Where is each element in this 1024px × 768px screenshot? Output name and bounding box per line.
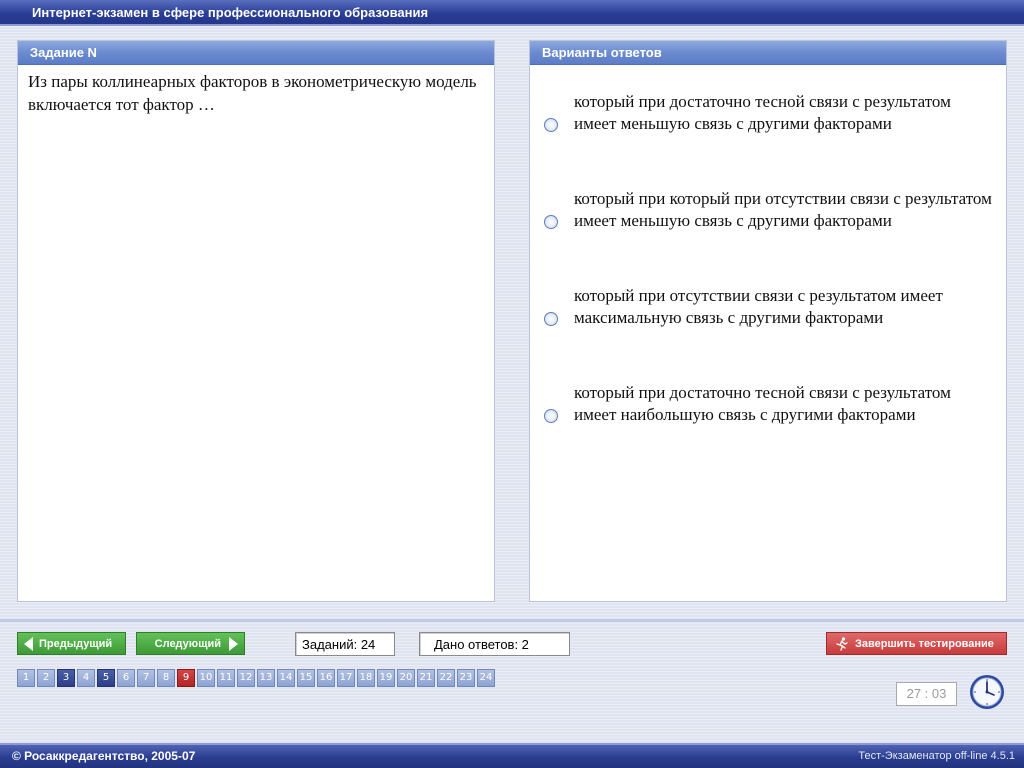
timer-display: 27 : 03 — [896, 682, 957, 706]
radio-button[interactable] — [544, 409, 558, 423]
finish-button-label: Завершить тестирование — [855, 637, 994, 650]
answer-text: который при достаточно тесной связи с ре… — [574, 92, 951, 133]
arrow-right-icon — [229, 636, 238, 651]
page-button[interactable]: 22 — [437, 669, 455, 687]
next-button[interactable]: Следующий — [136, 632, 245, 655]
answer-option-3[interactable]: который при отсутствии связи с результат… — [530, 285, 1008, 329]
page-button[interactable]: 16 — [317, 669, 335, 687]
title-bar: Интернет-экзамен в сфере профессионально… — [0, 0, 1024, 26]
divider — [0, 619, 1024, 622]
radio-button[interactable] — [544, 215, 558, 229]
previous-button-label: Предыдущий — [39, 637, 113, 650]
previous-button[interactable]: Предыдущий — [17, 632, 126, 655]
page-button[interactable]: 10 — [197, 669, 215, 687]
arrow-left-icon — [24, 636, 33, 651]
question-panel: Задание N Из пары коллинеарных факторов … — [17, 40, 495, 602]
page-button[interactable]: 20 — [397, 669, 415, 687]
answer-option-4[interactable]: который при достаточно тесной связи с ре… — [530, 382, 1008, 448]
answered-count: Дано ответов: 2 — [419, 632, 570, 656]
page-button[interactable]: 15 — [297, 669, 315, 687]
page-button[interactable]: 11 — [217, 669, 235, 687]
page-button[interactable]: 7 — [137, 669, 155, 687]
page-button[interactable]: 9 — [177, 669, 195, 687]
page-button[interactable]: 23 — [457, 669, 475, 687]
tasks-count: Заданий: 24 — [295, 632, 395, 656]
answer-text: который при который при отсутствии связи… — [574, 189, 992, 230]
page-button[interactable]: 6 — [117, 669, 135, 687]
question-panel-header: Задание N — [18, 41, 494, 65]
page-button[interactable]: 4 — [77, 669, 95, 687]
page-button[interactable]: 18 — [357, 669, 375, 687]
page-button[interactable]: 8 — [157, 669, 175, 687]
page-button[interactable]: 21 — [417, 669, 435, 687]
page-button[interactable]: 12 — [237, 669, 255, 687]
radio-button[interactable] — [544, 118, 558, 132]
radio-button[interactable] — [544, 312, 558, 326]
page-button[interactable]: 19 — [377, 669, 395, 687]
answer-text: который при достаточно тесной связи с ре… — [574, 383, 951, 424]
window-title: Интернет-экзамен в сфере профессионально… — [32, 5, 429, 20]
copyright-text: © Росаккредагентство, 2005-07 — [12, 749, 196, 763]
question-pager: 1 2 3 4 5 6 7 8 9 10 11 12 13 14 15 16 1… — [17, 669, 497, 687]
page-button[interactable]: 17 — [337, 669, 355, 687]
page-button[interactable]: 24 — [477, 669, 495, 687]
page-button[interactable]: 1 — [17, 669, 35, 687]
page-button[interactable]: 3 — [57, 669, 75, 687]
page-button[interactable]: 2 — [37, 669, 55, 687]
clock-icon — [970, 675, 1004, 709]
footer-bar: © Росаккредагентство, 2005-07 Тест-Экзам… — [0, 743, 1024, 768]
answer-option-2[interactable]: который при который при отсутствии связи… — [530, 188, 1008, 254]
question-text: Из пары коллинеарных факторов в экономет… — [28, 72, 477, 114]
page-button[interactable]: 5 — [97, 669, 115, 687]
next-button-label: Следующий — [154, 637, 221, 650]
answers-panel: Варианты ответов который при достаточно … — [529, 40, 1007, 602]
page-button[interactable]: 13 — [257, 669, 275, 687]
page-button[interactable]: 14 — [277, 669, 295, 687]
answer-text: который при отсутствии связи с результат… — [574, 286, 943, 327]
answer-option-1[interactable]: который при достаточно тесной связи с ре… — [530, 91, 1008, 157]
answers-panel-header: Варианты ответов — [530, 41, 1006, 65]
runner-icon — [836, 636, 848, 651]
finish-test-button[interactable]: Завершить тестирование — [826, 632, 1007, 655]
version-text: Тест-Экзаменатор off-line 4.5.1 — [858, 750, 1015, 762]
